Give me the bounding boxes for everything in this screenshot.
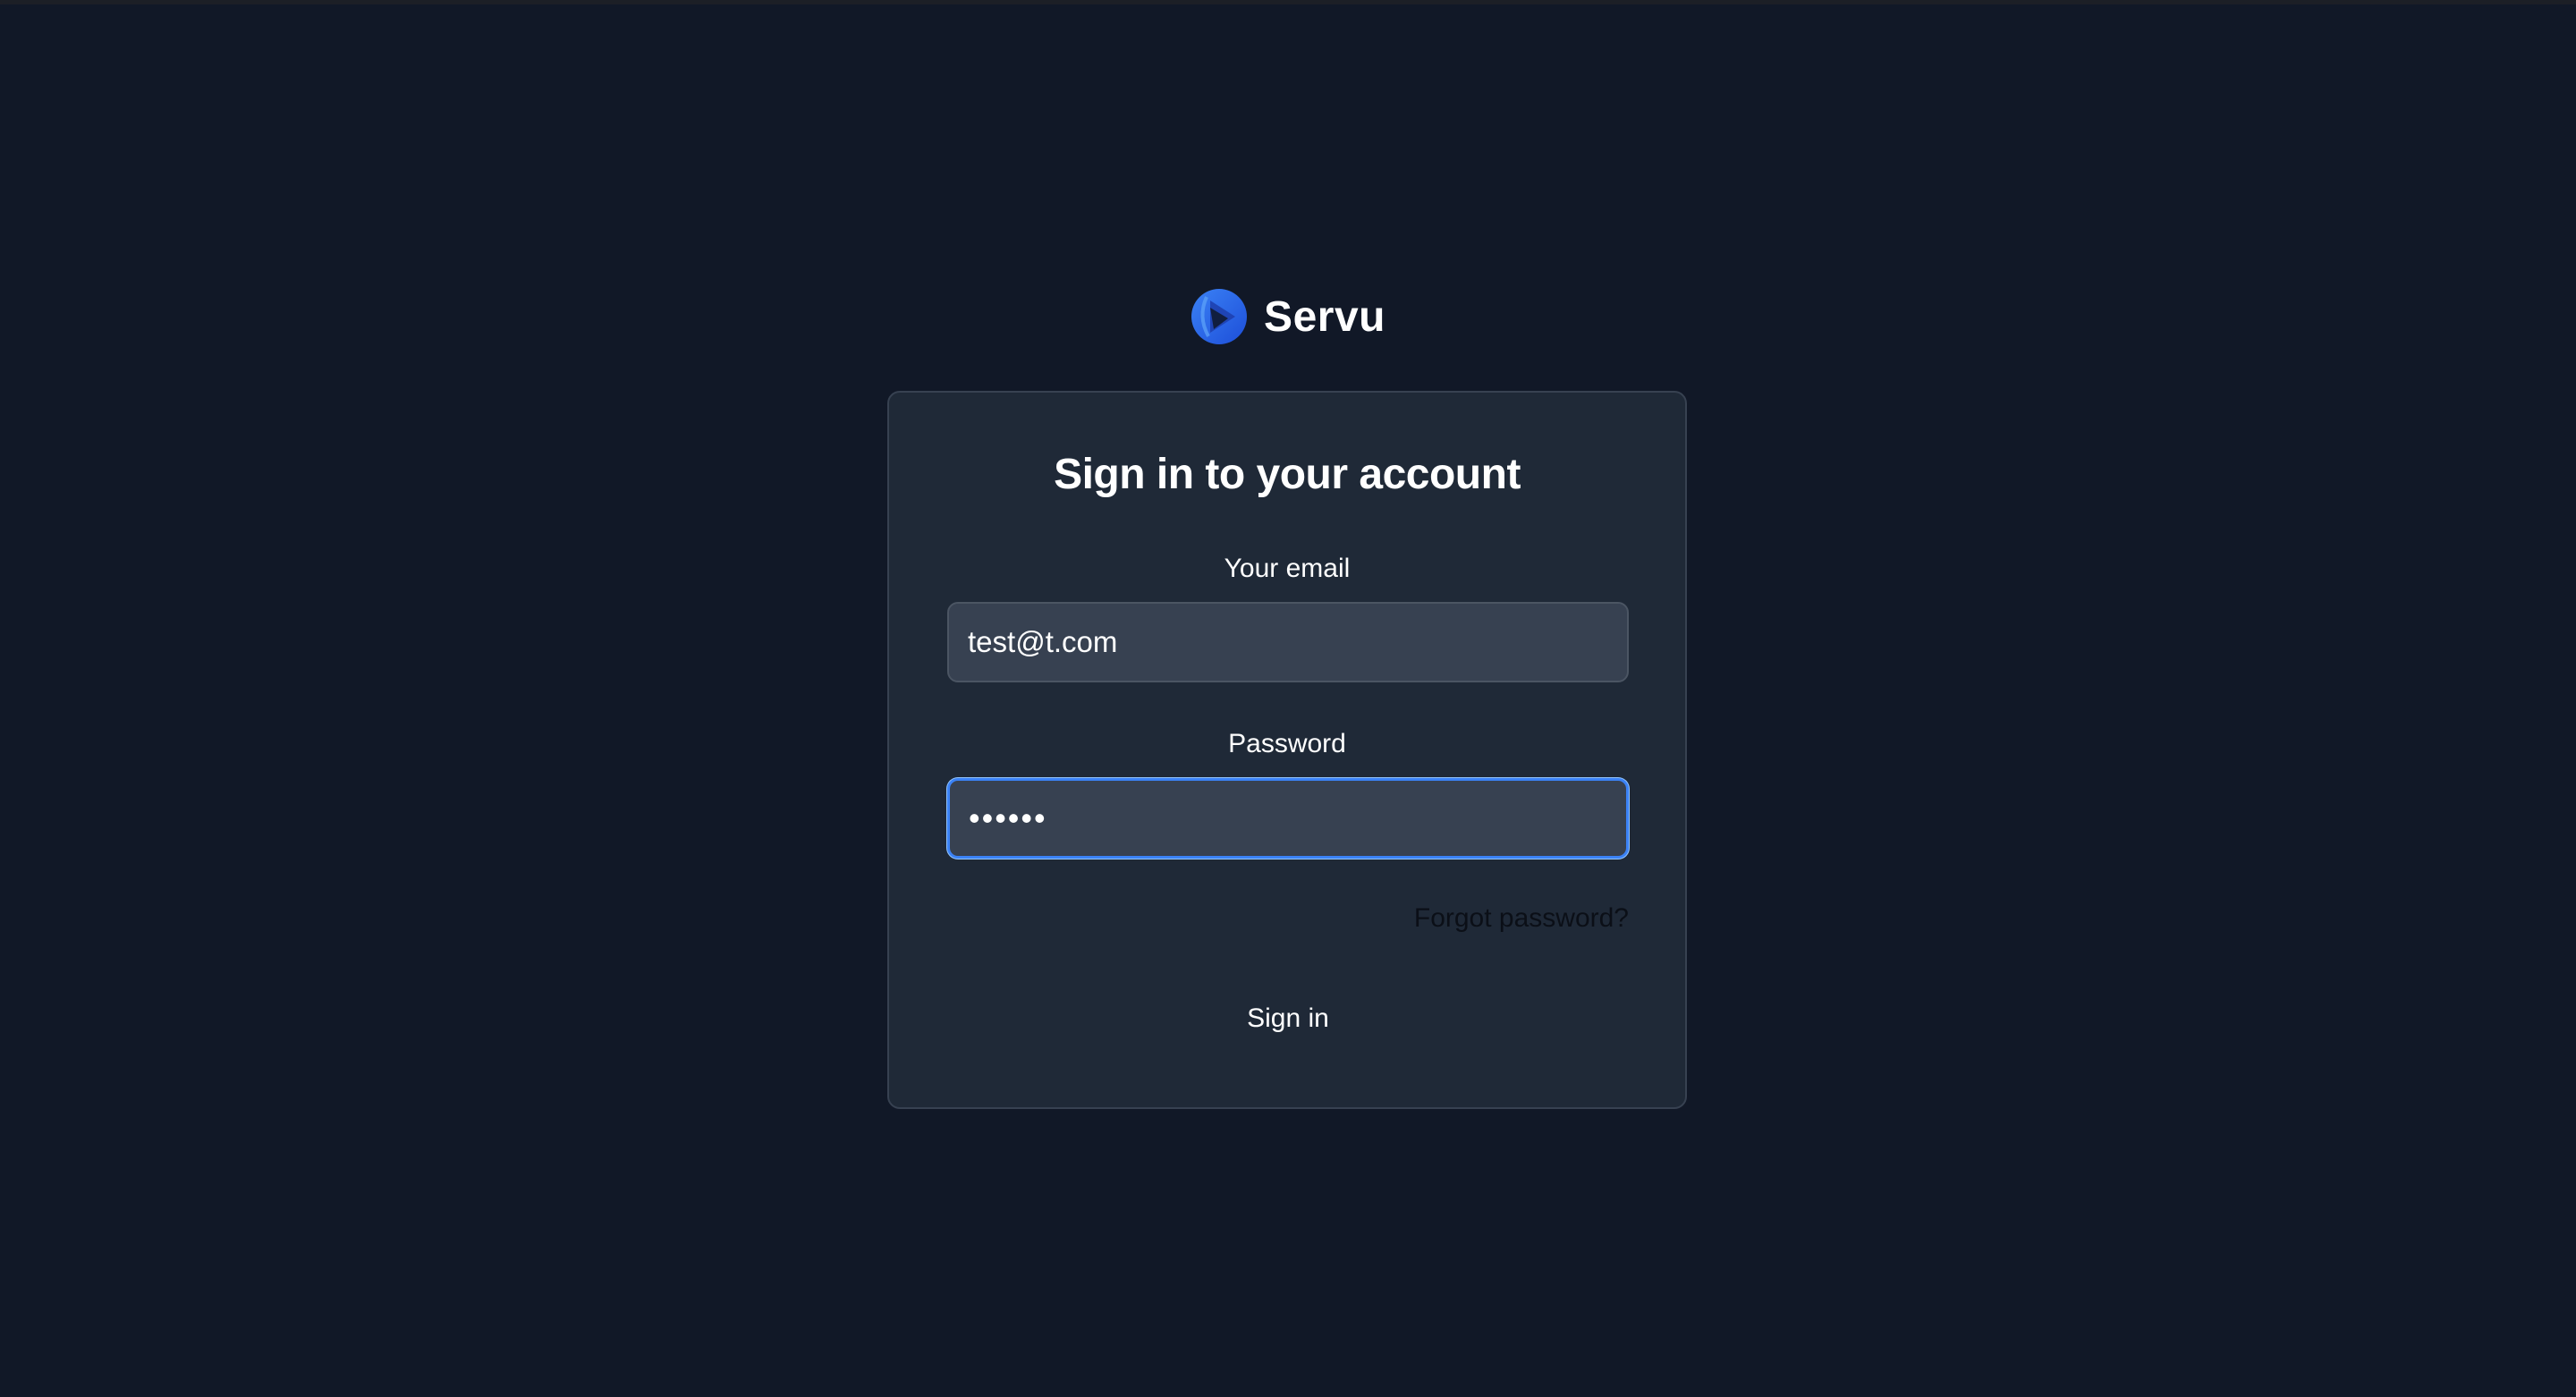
password-field[interactable] — [947, 778, 1629, 859]
email-field[interactable] — [947, 602, 1629, 682]
login-card: Sign in to your account Your email Passw… — [887, 391, 1687, 1109]
forgot-password-link[interactable]: Forgot password? — [1414, 903, 1629, 934]
brand-name: Servu — [1264, 292, 1385, 341]
brand-header: Servu — [0, 288, 2576, 345]
login-title: Sign in to your account — [1054, 451, 1521, 498]
sign-in-button[interactable]: Sign in — [947, 992, 1629, 1046]
top-border — [0, 0, 2576, 4]
password-label: Password — [1228, 729, 1346, 758]
email-label: Your email — [1224, 554, 1351, 583]
servu-logo-icon — [1191, 289, 1248, 344]
